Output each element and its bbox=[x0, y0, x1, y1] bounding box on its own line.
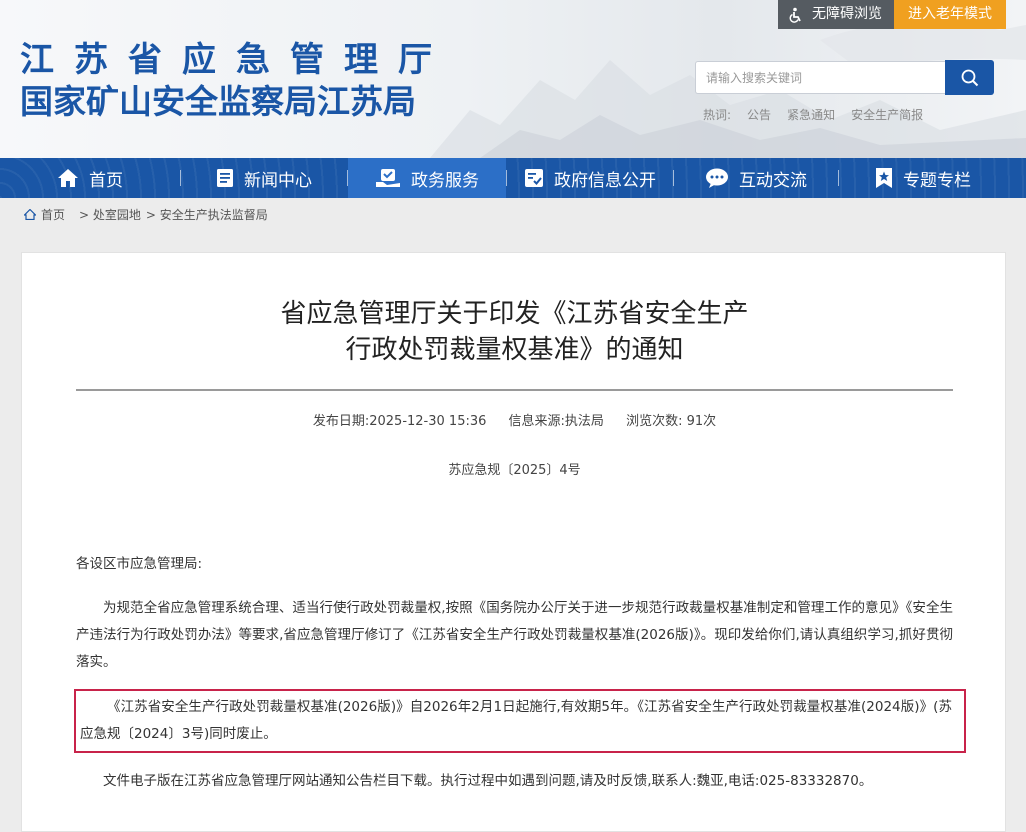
document-number: 苏应急规〔2025〕4号 bbox=[448, 463, 581, 478]
article-title: 省应急管理厅关于印发《江苏省安全生产 行政处罚裁量权基准》的通知 bbox=[22, 296, 1007, 368]
view-count: 浏览次数: 91次 bbox=[626, 414, 717, 429]
nav-item-info-public[interactable]: 政府信息公开 bbox=[507, 158, 673, 198]
logo-title-line2: 国家矿山安全监察局江苏局 bbox=[20, 82, 416, 121]
nav-item-interaction[interactable]: 互动交流 bbox=[674, 158, 838, 198]
nav-item-services[interactable]: 政务服务 bbox=[348, 158, 506, 198]
search-icon bbox=[961, 69, 978, 86]
logo-title-line1: 江苏省应急管理厅 bbox=[20, 40, 452, 80]
nav-item-news[interactable]: 新闻中心 bbox=[181, 158, 347, 198]
info-public-icon bbox=[525, 169, 543, 187]
article-title-line1: 省应急管理厅关于印发《江苏省安全生产 bbox=[280, 299, 749, 329]
salutation: 各设区市应急管理局: bbox=[76, 556, 203, 572]
home-icon bbox=[24, 209, 36, 220]
nav-label: 新闻中心 bbox=[244, 170, 312, 191]
news-icon bbox=[217, 169, 233, 187]
chat-icon bbox=[706, 168, 728, 188]
home-icon bbox=[58, 169, 78, 187]
nav-label: 互动交流 bbox=[739, 170, 807, 191]
site-logo[interactable]: 江苏省应急管理厅 国家矿山安全监察局江苏局 bbox=[20, 40, 452, 122]
paragraph-3: 文件电子版在江苏省应急管理厅网站通知公告栏目下载。执行过程中如遇到问题,请及时反… bbox=[103, 773, 873, 789]
nav-label: 政府信息公开 bbox=[554, 170, 656, 191]
nav-item-home[interactable]: 首页 bbox=[0, 158, 180, 198]
nav-label: 政务服务 bbox=[411, 170, 479, 191]
article-title-line2: 行政处罚裁量权基准》的通知 bbox=[345, 335, 684, 365]
search-button[interactable] bbox=[945, 60, 994, 95]
hot-word-link[interactable]: 公告 bbox=[747, 106, 771, 123]
nav-item-topics[interactable]: 专题专栏 bbox=[839, 158, 1007, 198]
nav-label: 专题专栏 bbox=[903, 170, 971, 191]
article-meta: 发布日期:2025-12-30 15:36 信息来源:执法局 浏览次数: 91次 bbox=[22, 410, 1007, 429]
bookmark-icon bbox=[876, 168, 892, 188]
breadcrumb-link[interactable]: > 安全生产执法监督局 bbox=[146, 206, 268, 223]
hot-words: 热词: 公告 紧急通知 安全生产简报 bbox=[703, 106, 923, 123]
breadcrumb-link[interactable]: > 处室园地 bbox=[79, 206, 141, 223]
service-icon bbox=[376, 169, 400, 187]
publish-date: 发布日期:2025-12-30 15:36 bbox=[312, 414, 487, 429]
breadcrumb-home-link[interactable]: 首页 bbox=[41, 206, 65, 223]
info-source: 信息来源:执法局 bbox=[508, 414, 604, 429]
hot-words-label: 热词: bbox=[703, 108, 732, 122]
site-header: 江苏省应急管理厅 国家矿山安全监察局江苏局 无障碍浏览 进入老年模式 热词: 公… bbox=[0, 0, 1026, 158]
hot-word-link[interactable]: 紧急通知 bbox=[787, 106, 835, 123]
hot-word-link[interactable]: 安全生产简报 bbox=[851, 106, 923, 123]
main-nav: 首页 新闻中心 政务服务 政府信息公开 互动交流 专题专栏 bbox=[0, 158, 1026, 198]
paragraph-1: 为规范全省应急管理系统合理、适当行使行政处罚裁量权,按照《国务院办公厅关于进一步… bbox=[76, 600, 953, 670]
breadcrumb: 首页 > 处室园地 > 安全生产执法监督局 bbox=[24, 206, 268, 223]
nav-label: 首页 bbox=[89, 170, 123, 191]
search-input[interactable] bbox=[695, 61, 945, 94]
accessibility-icon bbox=[789, 7, 801, 23]
accessibility-button[interactable]: 无障碍浏览 bbox=[778, 0, 894, 29]
article-panel: 省应急管理厅关于印发《江苏省安全生产 行政处罚裁量权基准》的通知 发布日期:20… bbox=[21, 252, 1006, 832]
elder-mode-button[interactable]: 进入老年模式 bbox=[894, 0, 1006, 29]
search-box bbox=[695, 60, 994, 95]
top-toolbar: 无障碍浏览 进入老年模式 bbox=[778, 0, 1006, 29]
title-divider bbox=[76, 389, 953, 391]
accessibility-label: 无障碍浏览 bbox=[812, 6, 882, 22]
paragraph-2: 《江苏省安全生产行政处罚裁量权基准(2026版)》自2026年2月1日起施行,有… bbox=[80, 699, 952, 742]
